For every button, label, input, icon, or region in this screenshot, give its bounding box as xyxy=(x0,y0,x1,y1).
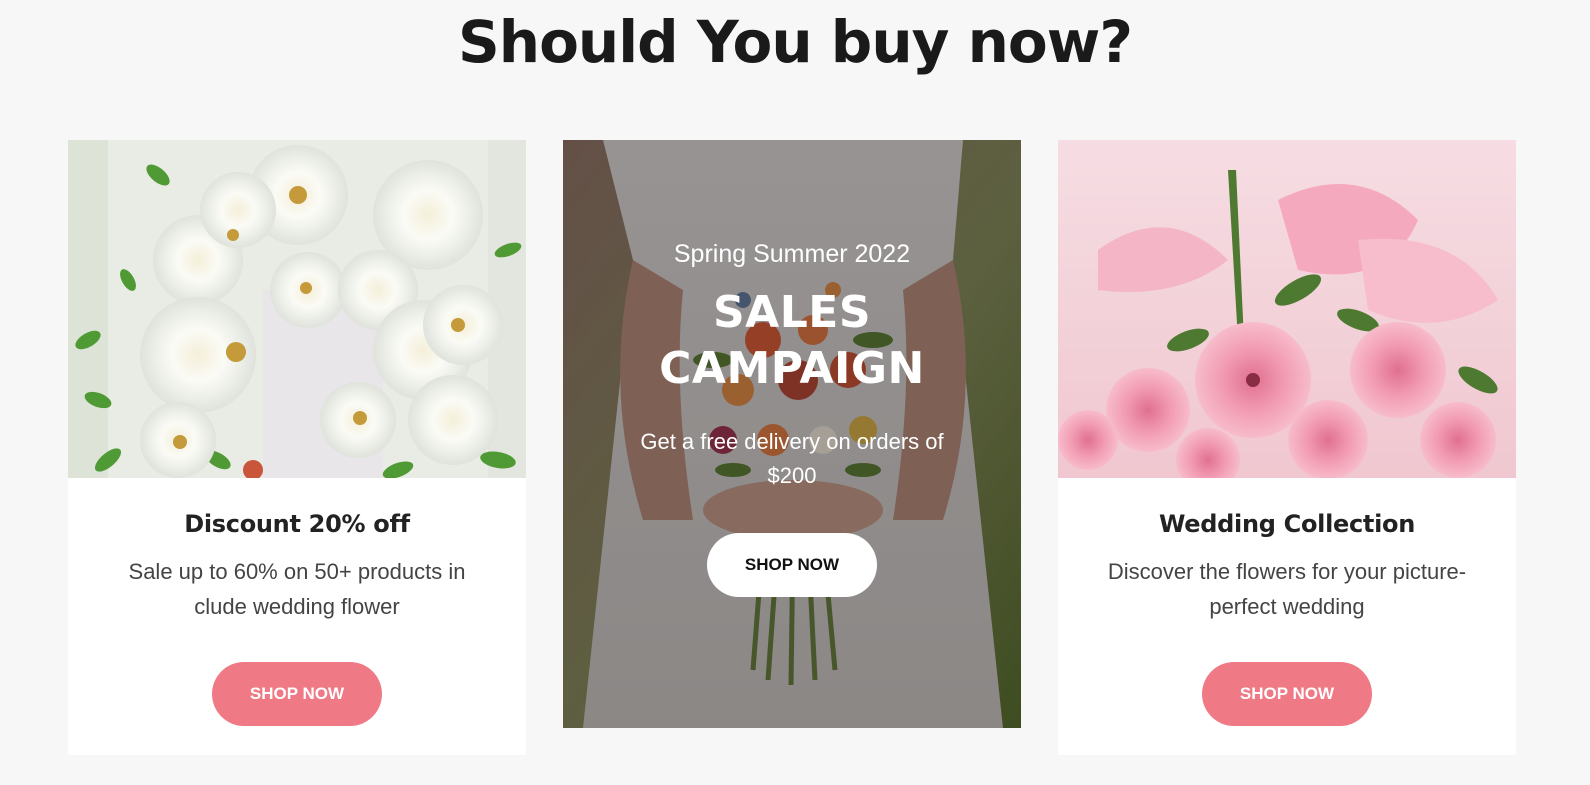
white-roses-image xyxy=(68,140,526,478)
shop-now-button-wedding[interactable]: SHOP NOW xyxy=(1202,662,1372,726)
campaign-headline-line1: SALES xyxy=(712,287,872,338)
pink-roses-image xyxy=(1058,140,1516,478)
wedding-heading: Wedding Collection xyxy=(1158,510,1416,538)
campaign-kicker: Spring Summer 2022 xyxy=(673,240,911,268)
discount-card: Discount 20% off Sale up to 60% on 50+ p… xyxy=(68,140,526,755)
shop-now-button-campaign[interactable]: SHOP NOW xyxy=(707,533,877,597)
campaign-headline-line2: CAMPAIGN xyxy=(659,343,925,394)
section-title: Should You buy now? xyxy=(458,8,1133,76)
wedding-description: Discover the flowers for your picture-pe… xyxy=(1107,559,1467,619)
wedding-collection-card: Wedding Collection Discover the flowers … xyxy=(1058,140,1516,755)
sales-campaign-card: Spring Summer 2022 SALES CAMPAIGN Get a … xyxy=(563,140,1021,728)
discount-heading: Discount 20% off xyxy=(184,510,410,538)
discount-description: Sale up to 60% on 50+ products in clude … xyxy=(128,559,466,619)
shop-now-button-discount[interactable]: SHOP NOW xyxy=(212,662,382,726)
campaign-description: Get a free delivery on orders of $200 xyxy=(640,429,944,488)
campaign-headline: SALES CAMPAIGN xyxy=(563,285,1021,397)
